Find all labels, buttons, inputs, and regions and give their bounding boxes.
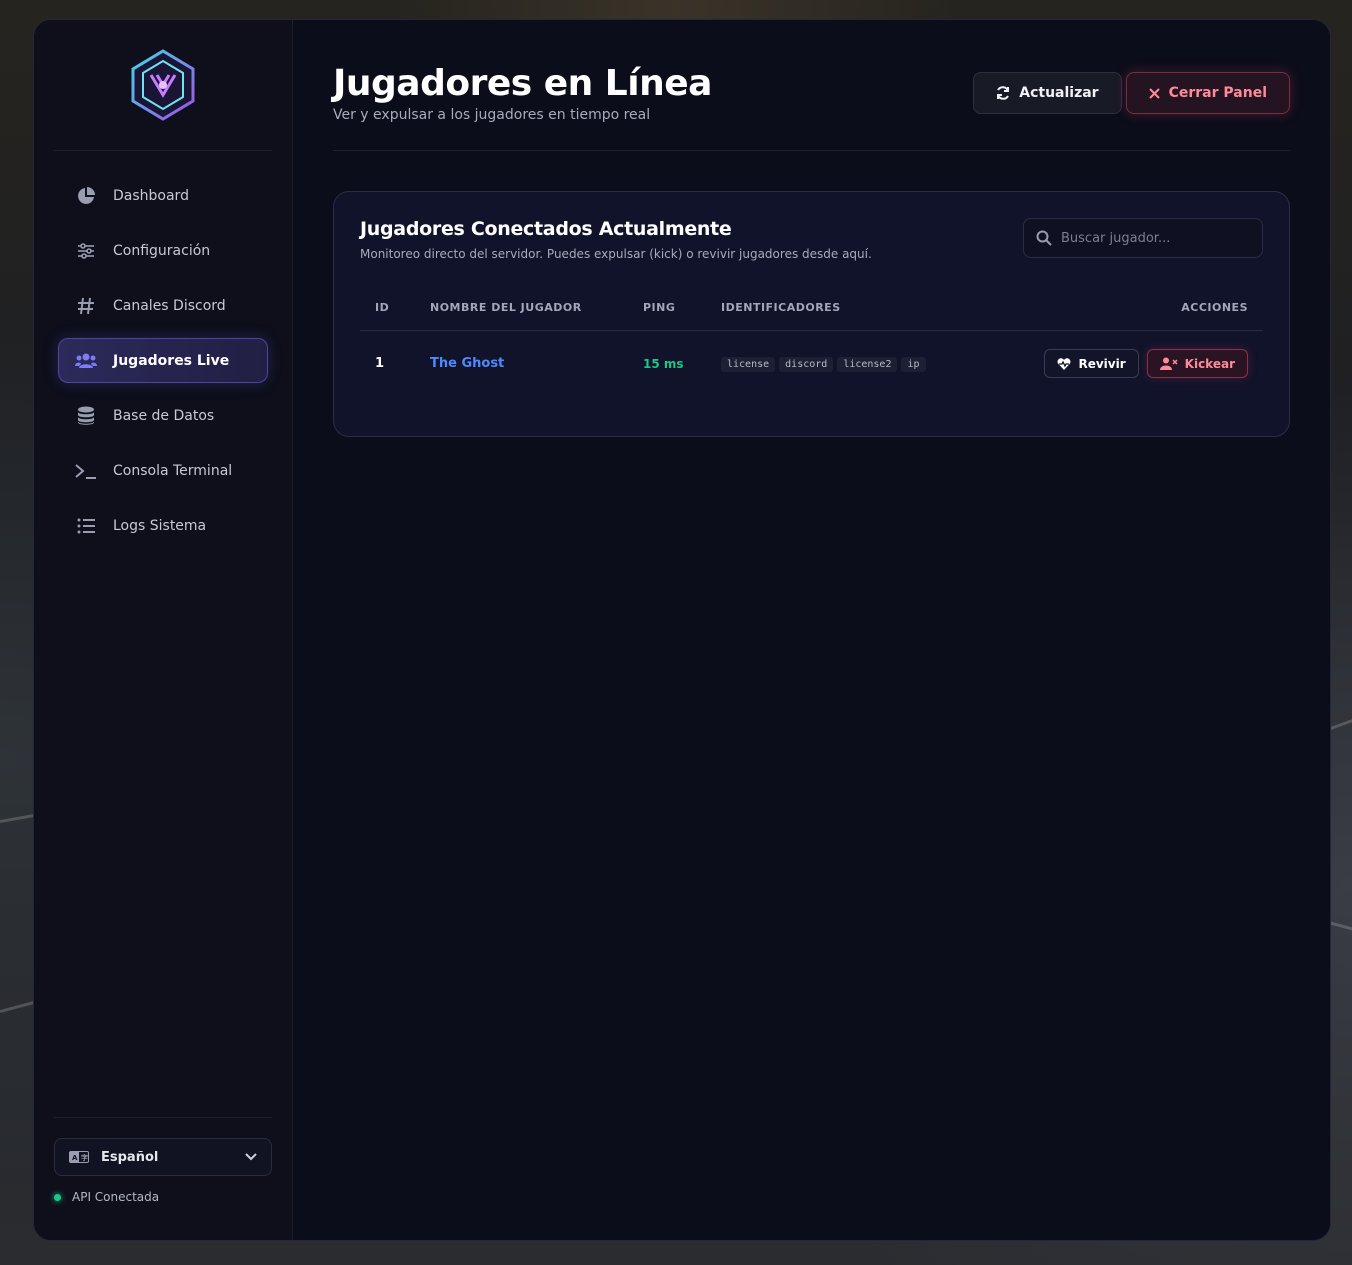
identifier-tag: ip — [901, 356, 926, 372]
search-input[interactable] — [1061, 230, 1250, 246]
page-header: Jugadores en Línea Ver y expulsar a los … — [333, 20, 1290, 151]
refresh-icon — [996, 86, 1010, 100]
sidebar-item-label: Configuración — [113, 242, 211, 259]
identifier-tag: discord — [779, 356, 834, 372]
sidebar-item-base-de-datos[interactable]: Base de Datos — [58, 393, 268, 438]
refresh-button-label: Actualizar — [1019, 85, 1099, 101]
revive-button-label: Revivir — [1078, 356, 1126, 371]
sidebar-item-configuracion[interactable]: Configuración — [58, 228, 268, 273]
logo-container — [54, 20, 272, 151]
sidebar-item-label: Base de Datos — [113, 407, 215, 424]
column-header-actions: ACCIONES — [987, 301, 1263, 331]
heart-pulse-icon — [1057, 357, 1071, 370]
pie-chart-icon — [75, 185, 97, 207]
player-id: 1 — [375, 356, 385, 371]
card-title: Jugadores Conectados Actualmente — [360, 218, 732, 240]
kick-button[interactable]: Kickear — [1146, 349, 1248, 378]
user-remove-icon — [1159, 357, 1178, 370]
sidebar-item-canales-discord[interactable]: Canales Discord — [58, 283, 268, 328]
main-content: Jugadores en Línea Ver y expulsar a los … — [293, 20, 1330, 1240]
player-identifiers: license discord license2 ip — [706, 331, 987, 397]
sidebar-item-label: Dashboard — [113, 187, 189, 204]
kick-button-label: Kickear — [1184, 356, 1235, 371]
language-select[interactable]: A字 Español — [54, 1138, 272, 1176]
table-header-row: ID NOMBRE DEL JUGADOR PING IDENTIFICADOR… — [360, 301, 1263, 331]
close-panel-button[interactable]: Cerrar Panel — [1125, 72, 1290, 114]
player-ping: 15 ms — [643, 356, 684, 371]
player-name-link[interactable]: The Ghost — [415, 331, 628, 397]
identifier-tag: license — [721, 356, 776, 372]
api-status-label: API Conectada — [72, 1190, 160, 1204]
players-table: ID NOMBRE DEL JUGADOR PING IDENTIFICADOR… — [360, 301, 1263, 396]
header-text: Jugadores en Línea Ver y expulsar a los … — [333, 63, 973, 124]
sidebar-item-label: Canales Discord — [113, 297, 226, 314]
status-dot-icon — [54, 1193, 61, 1201]
logo-icon — [131, 49, 195, 121]
close-panel-button-label: Cerrar Panel — [1168, 85, 1267, 101]
table-row: 1 The Ghost 15 ms license discord license2… — [360, 331, 1263, 397]
sidebar-footer: A字 Español API Conectada — [54, 1117, 272, 1204]
list-icon — [75, 515, 97, 537]
sliders-icon — [75, 240, 97, 262]
column-header-ping: PING — [628, 301, 706, 331]
column-header-name: NOMBRE DEL JUGADOR — [415, 301, 628, 331]
sidebar-nav: Dashboard Configuración Canales Discord … — [34, 173, 292, 548]
close-icon — [1148, 87, 1160, 99]
column-header-identifiers: IDENTIFICADORES — [706, 301, 988, 331]
terminal-icon — [75, 460, 97, 482]
users-icon — [75, 350, 97, 372]
card-header-text: Jugadores Conectados Actualmente Monitor… — [360, 218, 872, 261]
refresh-button[interactable]: Actualizar — [973, 72, 1122, 114]
sidebar-item-label: Jugadores Live — [113, 352, 230, 369]
language-icon: A字 — [69, 1151, 89, 1163]
search-icon — [1036, 230, 1052, 246]
header-actions: Actualizar Cerrar Panel — [973, 72, 1290, 114]
column-header-id: ID — [360, 301, 415, 331]
database-icon — [75, 405, 97, 427]
search-box — [1023, 218, 1263, 258]
svg-text:字: 字 — [81, 1153, 88, 1162]
chevron-down-icon — [245, 1153, 257, 1161]
identifier-tag: license2 — [837, 356, 898, 372]
card-header: Jugadores Conectados Actualmente Monitor… — [360, 218, 1263, 261]
svg-text:A: A — [72, 1154, 78, 1162]
actions-group: Revivir Kickear — [1002, 349, 1248, 378]
admin-panel: Dashboard Configuración Canales Discord … — [33, 19, 1331, 1241]
revive-button[interactable]: Revivir — [1044, 349, 1139, 378]
sidebar-item-dashboard[interactable]: Dashboard — [58, 173, 268, 218]
sidebar-item-jugadores-live[interactable]: Jugadores Live — [58, 338, 268, 383]
api-status: API Conectada — [54, 1190, 272, 1204]
sidebar-item-logs-sistema[interactable]: Logs Sistema — [58, 503, 268, 548]
page-title: Jugadores en Línea — [333, 63, 712, 104]
language-select-value: Español — [101, 1149, 159, 1165]
players-card: Jugadores Conectados Actualmente Monitor… — [333, 191, 1290, 437]
sidebar-item-consola-terminal[interactable]: Consola Terminal — [58, 448, 268, 493]
sidebar-item-label: Logs Sistema — [113, 517, 207, 534]
sidebar-item-label: Consola Terminal — [113, 462, 233, 479]
hash-icon — [75, 295, 97, 317]
sidebar: Dashboard Configuración Canales Discord … — [34, 20, 293, 1240]
page-subtitle: Ver y expulsar a los jugadores en tiempo… — [333, 107, 651, 123]
card-subtitle: Monitoreo directo del servidor. Puedes e… — [360, 247, 872, 261]
player-actions: Revivir Kickear — [987, 331, 1263, 397]
